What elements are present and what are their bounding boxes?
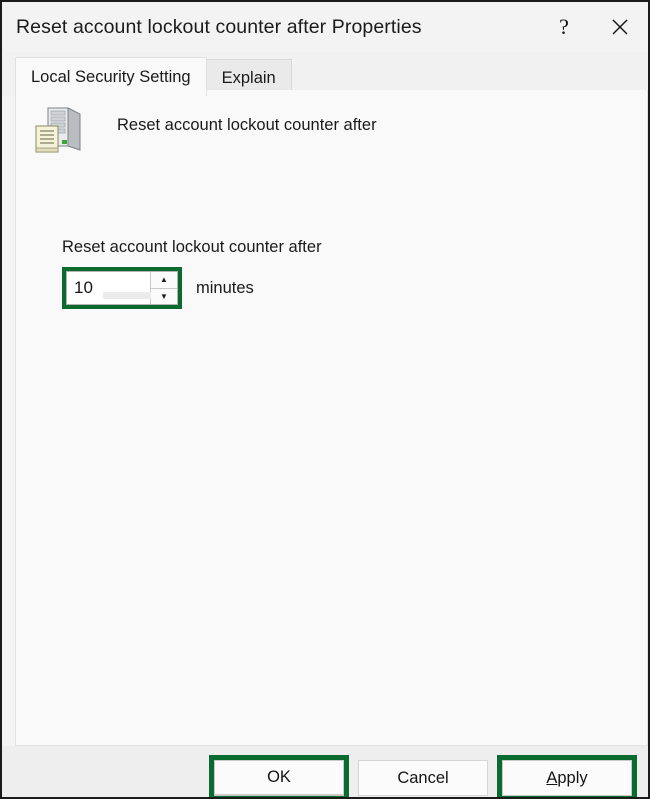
spinner-buttons: ▲ ▼ xyxy=(150,272,177,304)
apply-button-label: pply xyxy=(557,768,588,787)
ok-button[interactable]: OK xyxy=(214,760,344,796)
question-mark-icon: ? xyxy=(559,14,569,39)
tab-label: Local Security Setting xyxy=(31,67,191,86)
policy-name-label: Reset account lockout counter after xyxy=(117,116,377,134)
tab-content-panel: Reset account lockout counter after Rese… xyxy=(15,90,648,746)
properties-dialog-window: Reset account lockout counter after Prop… xyxy=(0,0,650,799)
apply-button-accelerator: A xyxy=(546,768,558,787)
apply-button[interactable]: Apply xyxy=(502,760,632,796)
apply-highlight-box: Apply xyxy=(497,755,637,797)
cancel-button[interactable]: Cancel xyxy=(358,760,488,796)
close-icon xyxy=(610,17,630,37)
ok-highlight-box: OK xyxy=(209,755,349,797)
dialog-footer: OK Cancel Apply xyxy=(2,746,648,797)
cancel-button-wrap: Cancel xyxy=(358,760,488,796)
apply-button-highlight-wrap: Apply xyxy=(497,755,637,797)
setting-row: 10 ▲ ▼ minutes xyxy=(62,267,322,309)
tab-local-security-setting[interactable]: Local Security Setting xyxy=(15,57,207,96)
help-button[interactable]: ? xyxy=(536,2,592,52)
tab-label: Explain xyxy=(221,68,276,87)
title-bar-buttons: ? xyxy=(536,2,648,52)
spinner-down-arrow-icon[interactable]: ▼ xyxy=(151,288,177,304)
window-title: Reset account lockout counter after Prop… xyxy=(16,15,422,38)
reset-counter-spinner[interactable]: 10 ▲ ▼ xyxy=(66,271,178,305)
title-bar: Reset account lockout counter after Prop… xyxy=(2,2,648,52)
cancel-button-label: Cancel xyxy=(397,768,449,787)
ok-button-label: OK xyxy=(267,768,291,786)
setting-block: Reset account lockout counter after 10 ▲… xyxy=(62,238,322,309)
reset-counter-input[interactable]: 10 xyxy=(67,272,150,304)
units-label: minutes xyxy=(196,278,254,297)
spinner-up-arrow-icon[interactable]: ▲ xyxy=(151,272,177,289)
close-button[interactable] xyxy=(592,2,648,52)
dialog-button-row: OK Cancel Apply xyxy=(209,755,637,797)
computer-policy-icon xyxy=(28,102,86,160)
ok-button-highlight-wrap: OK xyxy=(209,755,349,797)
setting-label: Reset account lockout counter after xyxy=(62,238,322,256)
spinner-highlight-box: 10 ▲ ▼ xyxy=(62,267,182,309)
policy-header: Reset account lockout counter after xyxy=(28,102,377,160)
